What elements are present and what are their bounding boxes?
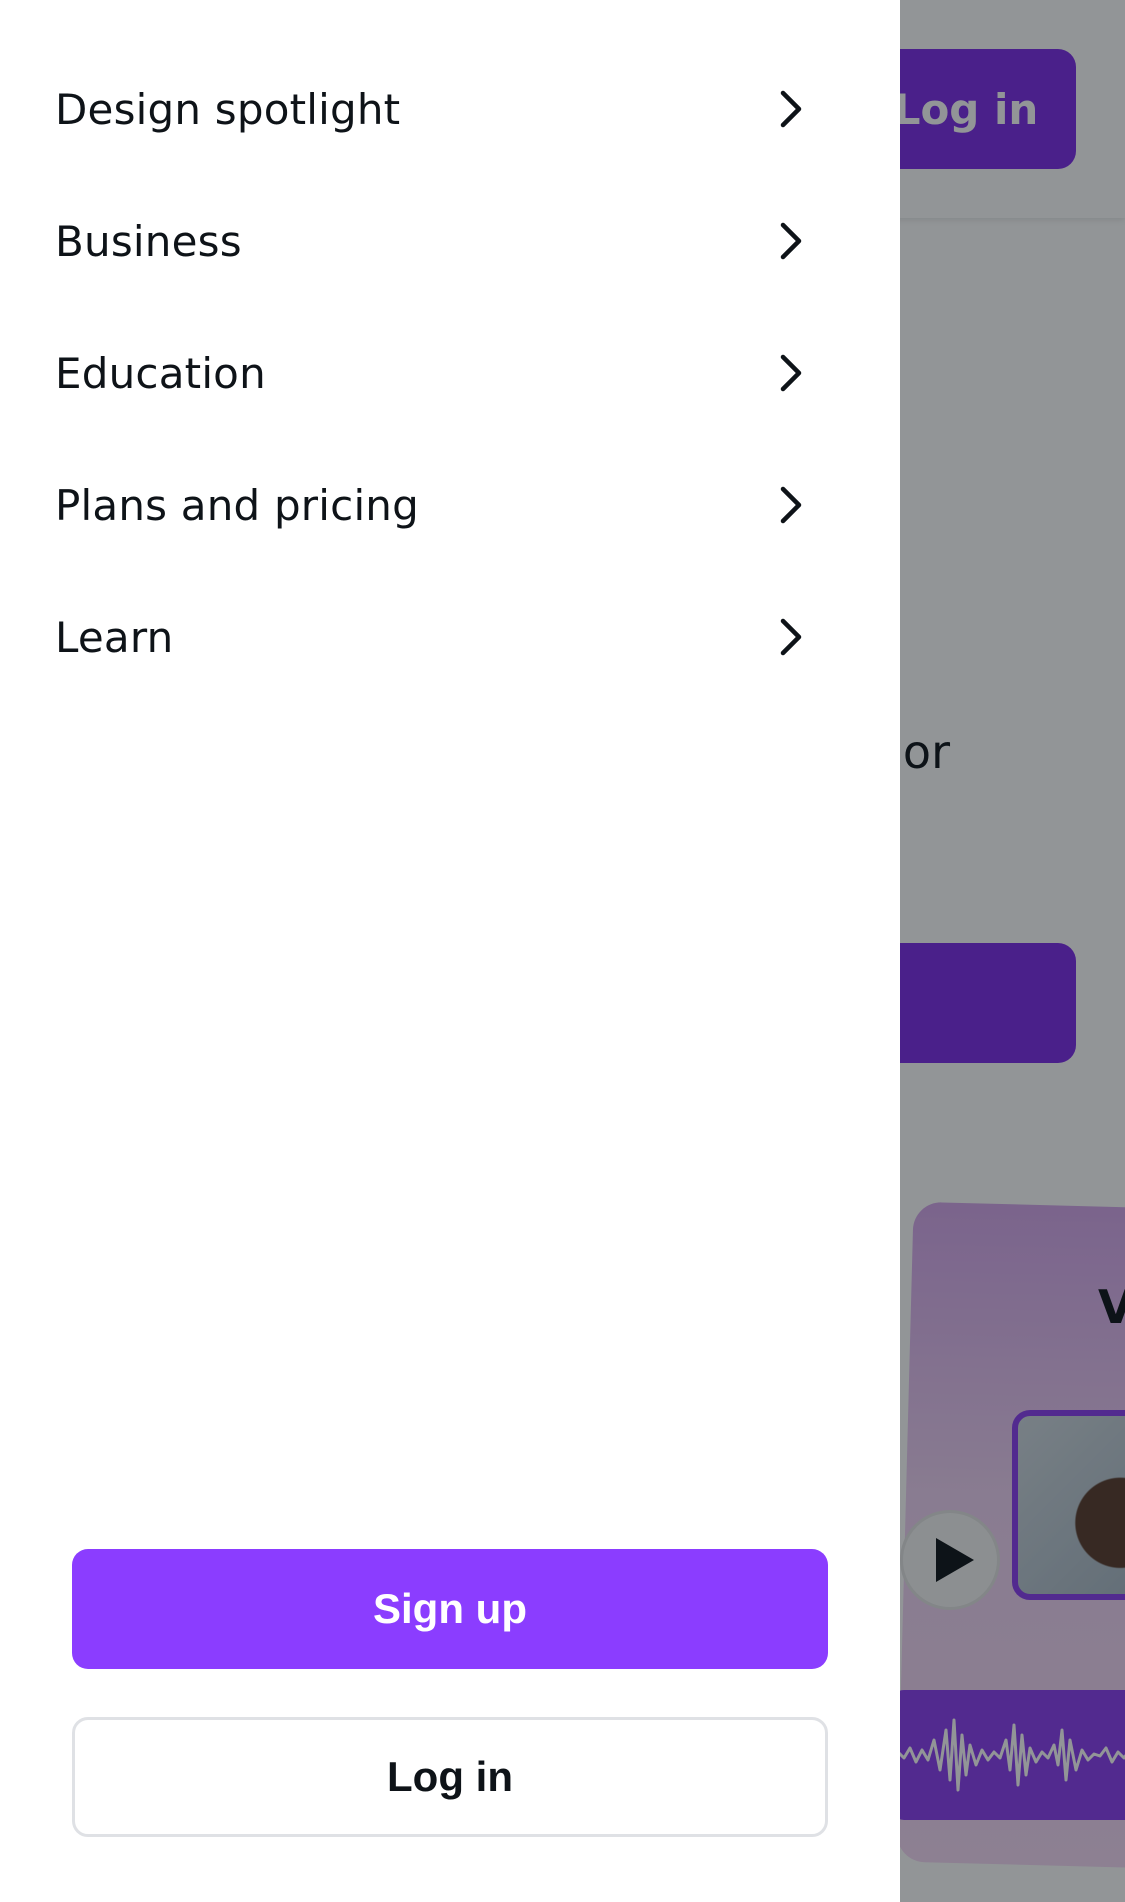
menu-item-learn[interactable]: Learn: [0, 571, 900, 703]
menu-item-design-spotlight[interactable]: Design spotlight: [0, 43, 900, 175]
menu-item-label: Education: [55, 348, 266, 398]
chevron-right-icon: [775, 221, 807, 261]
menu-item-plans-and-pricing[interactable]: Plans and pricing: [0, 439, 900, 571]
menu-item-education[interactable]: Education: [0, 307, 900, 439]
chevron-right-icon: [775, 89, 807, 129]
menu-item-label: Design spotlight: [55, 84, 401, 134]
log-in-button[interactable]: Log in: [72, 1717, 828, 1837]
menu-item-label: Plans and pricing: [55, 480, 419, 530]
chevron-right-icon: [775, 353, 807, 393]
chevron-right-icon: [775, 617, 807, 657]
navigation-drawer: Design spotlight Business Education Plan…: [0, 0, 900, 1902]
sign-up-button[interactable]: Sign up: [72, 1549, 828, 1669]
menu-item-label: Business: [55, 216, 242, 266]
menu-item-label: Learn: [55, 612, 174, 662]
menu-item-business[interactable]: Business: [0, 175, 900, 307]
chevron-right-icon: [775, 485, 807, 525]
